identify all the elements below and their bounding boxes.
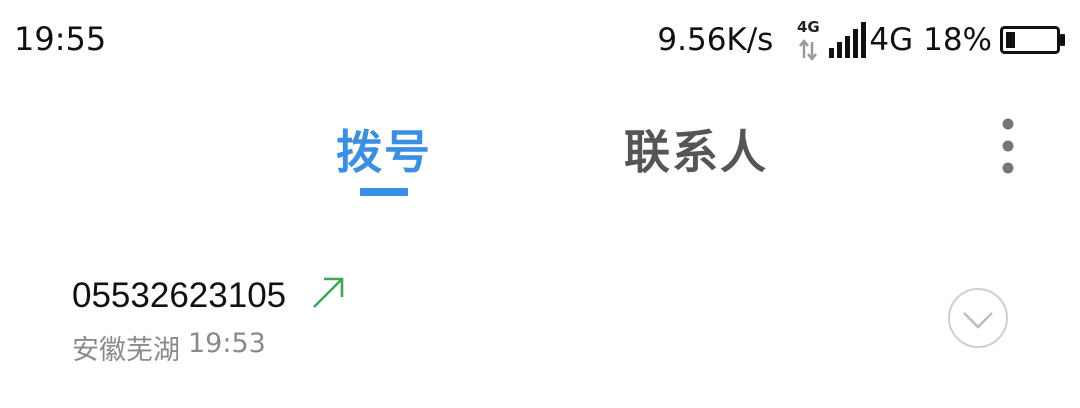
- status-indicators: 9.56K/s 4G 4G 18%: [657, 14, 1066, 66]
- status-bar: 19:55 9.56K/s 4G 4G 18%: [0, 0, 1080, 80]
- network-speed: 9.56K/s: [657, 22, 774, 58]
- tab-bar: 拨号 联系人: [0, 80, 1080, 210]
- tab-dial[interactable]: 拨号: [336, 116, 432, 182]
- call-time: 19:53: [188, 328, 266, 359]
- battery-icon: [1000, 26, 1065, 54]
- chevron-down-circle-icon[interactable]: [946, 286, 1010, 350]
- dialer-screen: 19:55 9.56K/s 4G 4G 18% 拨号 联系人 055326231…: [0, 0, 1080, 408]
- call-meta: 安徽芜湖 19:53: [72, 328, 266, 367]
- active-tab-indicator: [360, 188, 408, 196]
- call-location: 安徽芜湖: [72, 335, 180, 366]
- battery-percent: 18%: [923, 22, 992, 58]
- status-time: 19:55: [14, 20, 107, 58]
- tab-contacts[interactable]: 联系人: [624, 116, 768, 182]
- data-activity-icon: 4G: [795, 18, 821, 62]
- call-log-item[interactable]: 05532623105 安徽芜湖 19:53: [0, 262, 1080, 382]
- outgoing-arrow-icon: [313, 277, 344, 308]
- call-number: 05532623105: [72, 276, 287, 315]
- signal-strength-icon: [829, 22, 867, 58]
- more-options-icon[interactable]: [988, 116, 1028, 176]
- network-type: 4G: [869, 22, 914, 58]
- call-number-row: 05532623105: [72, 276, 346, 316]
